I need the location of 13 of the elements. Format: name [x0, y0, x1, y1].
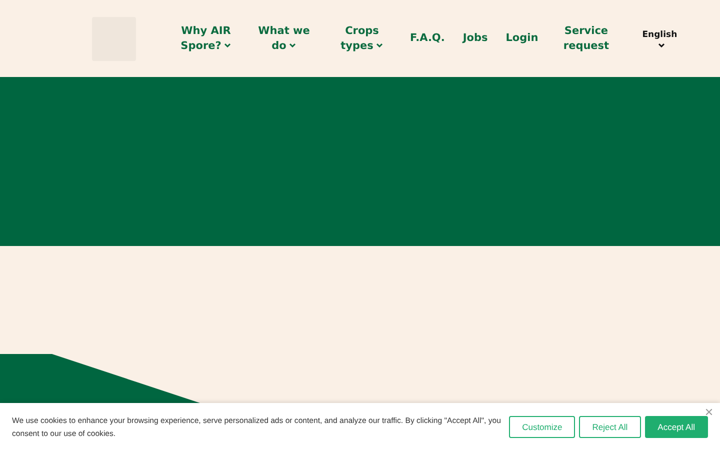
nav-link[interactable]: Why AIR Spore? — [176, 24, 236, 54]
nav-link[interactable]: What we do — [254, 24, 314, 54]
nav-link[interactable]: Login — [506, 31, 538, 46]
caret-icon — [376, 43, 384, 48]
language-selector[interactable]: English — [642, 30, 678, 48]
caret-icon — [658, 42, 665, 48]
nav-link[interactable]: Service request — [556, 24, 616, 54]
nav-link[interactable]: F.A.Q. — [410, 31, 445, 46]
nav-link[interactable]: Crops types — [332, 24, 392, 54]
nav-link[interactable]: Jobs — [462, 31, 488, 46]
close-icon[interactable] — [706, 409, 712, 415]
caret-icon — [289, 43, 296, 48]
caret-icon — [224, 43, 232, 48]
